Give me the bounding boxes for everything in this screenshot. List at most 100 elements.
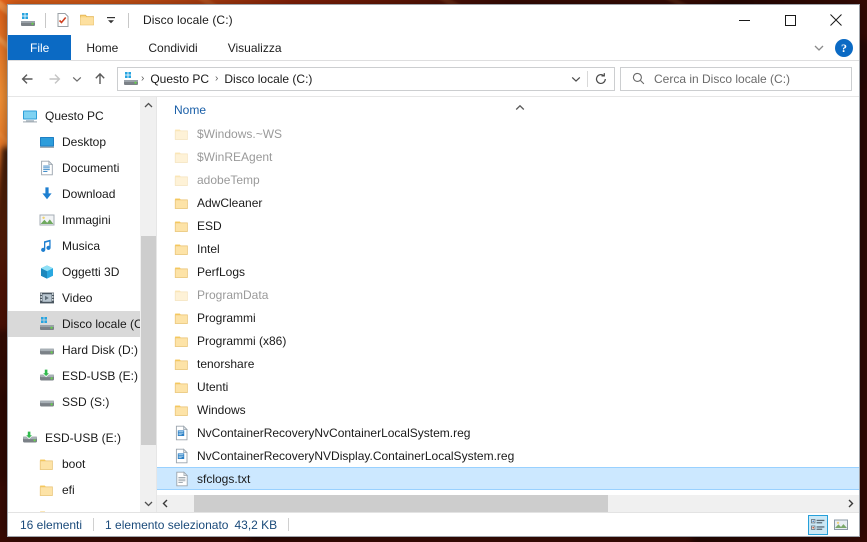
- tab-share[interactable]: Condividi: [133, 35, 212, 60]
- new-folder-icon[interactable]: [75, 8, 99, 32]
- close-button[interactable]: [813, 5, 859, 35]
- file-row[interactable]: adobeTemp: [157, 168, 859, 191]
- breadcrumb-item-local-disk[interactable]: Disco locale (C:): [220, 72, 316, 86]
- file-row[interactable]: Programmi (x86): [157, 329, 859, 352]
- file-row-selected[interactable]: sfclogs.txt: [157, 467, 859, 490]
- search-box[interactable]: Cerca in Disco locale (C:): [620, 66, 852, 91]
- file-row[interactable]: ProgramData: [157, 283, 859, 306]
- drive-icon: [16, 8, 40, 32]
- file-row[interactable]: NvContainerRecoveryNVDisplay.ContainerLo…: [157, 444, 859, 467]
- minimize-button[interactable]: [721, 5, 767, 35]
- folder-icon: [174, 126, 190, 142]
- hscroll-thumb[interactable]: [194, 495, 609, 512]
- hscroll-track[interactable]: [174, 495, 842, 512]
- registry-icon: [174, 424, 190, 441]
- folder-icon: [174, 379, 190, 395]
- sidebar-item-video[interactable]: Video: [8, 285, 156, 311]
- sidebar-item-label: Desktop: [62, 135, 107, 149]
- qat-separator-2: [128, 12, 129, 28]
- file-name-label: adobeTemp: [197, 172, 260, 187]
- navigation-scroll-track[interactable]: [140, 114, 156, 495]
- status-separator: [93, 518, 95, 531]
- sidebar-item-oggetti-3d[interactable]: Oggetti 3D: [8, 259, 156, 285]
- large-icons-view-button[interactable]: [831, 515, 851, 535]
- column-header-name[interactable]: Nome: [157, 103, 206, 117]
- downloads-icon: [39, 186, 55, 202]
- file-row[interactable]: $Windows.~WS: [157, 122, 859, 145]
- recent-locations-button[interactable]: [67, 66, 87, 92]
- file-row[interactable]: NvContainerRecoveryNvContainerLocalSyste…: [157, 421, 859, 444]
- sidebar-item-label: ESD-USB (E:): [62, 369, 139, 383]
- file-row[interactable]: Utenti: [157, 375, 859, 398]
- refresh-icon[interactable]: [588, 68, 614, 90]
- sidebar-item-ssd-s[interactable]: SSD (S:): [8, 389, 156, 415]
- file-row[interactable]: AdwCleaner: [157, 191, 859, 214]
- sidebar-item-download[interactable]: Download: [8, 181, 156, 207]
- scroll-up-icon[interactable]: [140, 97, 156, 114]
- scroll-right-icon[interactable]: [842, 495, 859, 512]
- file-row[interactable]: Windows: [157, 398, 859, 421]
- file-list-pane: Nome $Windows.~WS $WinREAgent adobeTemp Adw…: [156, 97, 859, 512]
- sidebar-item-label: Documenti: [62, 161, 120, 175]
- sidebar-item-esd-usb-e[interactable]: ESD-USB (E:): [8, 425, 156, 451]
- folder-icon: [174, 310, 190, 326]
- title-bar[interactable]: Disco locale (C:): [8, 5, 859, 35]
- address-bar-right: [565, 68, 614, 90]
- file-list-hscrollbar[interactable]: [157, 495, 859, 512]
- sidebar-item-immagini[interactable]: Immagini: [8, 207, 156, 233]
- customize-qat-icon[interactable]: [99, 8, 123, 32]
- sidebar-item-label: efi: [62, 483, 75, 497]
- folder-icon: [174, 195, 190, 211]
- sidebar-item-sources[interactable]: sources: [8, 503, 156, 512]
- navigation-scrollbar[interactable]: [140, 97, 156, 512]
- tab-file[interactable]: File: [8, 35, 72, 60]
- sidebar-item-musica[interactable]: Musica: [8, 233, 156, 259]
- sidebar-item-efi[interactable]: efi: [8, 477, 156, 503]
- sidebar-item-boot[interactable]: boot: [8, 451, 156, 477]
- file-name-label: Programmi: [197, 310, 256, 325]
- address-bar[interactable]: › Questo PC › Disco locale (C:): [117, 66, 615, 91]
- ribbon-tab-bar: File Home Condividi Visualizza ?: [8, 35, 859, 61]
- sidebar-item-label: Musica: [62, 239, 101, 253]
- file-name-label: PerfLogs: [197, 264, 246, 279]
- file-row[interactable]: ESD: [157, 214, 859, 237]
- sidebar-item-esd-usb-e[interactable]: ESD-USB (E:): [8, 363, 156, 389]
- forward-button[interactable]: [41, 66, 67, 92]
- chevron-down-icon[interactable]: [809, 38, 829, 58]
- breadcrumb-item-this-pc[interactable]: Questo PC: [146, 72, 213, 86]
- file-row[interactable]: Programmi: [157, 306, 859, 329]
- sidebar-item-questo-pc[interactable]: Questo PC: [8, 103, 156, 129]
- file-row[interactable]: PerfLogs: [157, 260, 859, 283]
- file-list[interactable]: $Windows.~WS $WinREAgent adobeTemp AdwClean…: [157, 122, 859, 495]
- sidebar-item-desktop[interactable]: Desktop: [8, 129, 156, 155]
- file-row[interactable]: $WinREAgent: [157, 145, 859, 168]
- file-row[interactable]: Intel: [157, 237, 859, 260]
- this-pc-icon: [22, 108, 38, 124]
- file-name-label: tenorshare: [197, 356, 255, 371]
- navigation-scroll-thumb[interactable]: [140, 235, 156, 446]
- folder-icon: [174, 287, 190, 303]
- file-row[interactable]: tenorshare: [157, 352, 859, 375]
- sidebar-item-documenti[interactable]: Documenti: [8, 155, 156, 181]
- maximize-button[interactable]: [767, 5, 813, 35]
- sort-ascending-icon: [515, 99, 525, 117]
- details-view-button[interactable]: [808, 515, 828, 535]
- scroll-left-icon[interactable]: [157, 495, 174, 512]
- help-icon[interactable]: ?: [835, 39, 853, 57]
- tab-home[interactable]: Home: [71, 35, 133, 60]
- sidebar-item-label: Video: [62, 291, 93, 305]
- sidebar-item-hard-disk-d[interactable]: Hard Disk (D:): [8, 337, 156, 363]
- back-button[interactable]: [15, 66, 41, 92]
- properties-icon[interactable]: [51, 8, 75, 32]
- sidebar-item-label: Oggetti 3D: [62, 265, 120, 279]
- scroll-down-icon[interactable]: [140, 495, 156, 512]
- sidebar-item-disco-locale-c[interactable]: Disco locale (C:): [8, 311, 156, 337]
- tab-view[interactable]: Visualizza: [213, 35, 297, 60]
- search-input[interactable]: Cerca in Disco locale (C:): [654, 72, 790, 86]
- folder-icon: [174, 356, 190, 372]
- up-button[interactable]: [87, 66, 113, 92]
- file-name-label: NvContainerRecoveryNvContainerLocalSyste…: [197, 425, 471, 440]
- status-item-count: 16 elementi: [20, 517, 83, 532]
- qat-separator: [45, 12, 46, 28]
- chevron-down-icon[interactable]: [565, 68, 587, 90]
